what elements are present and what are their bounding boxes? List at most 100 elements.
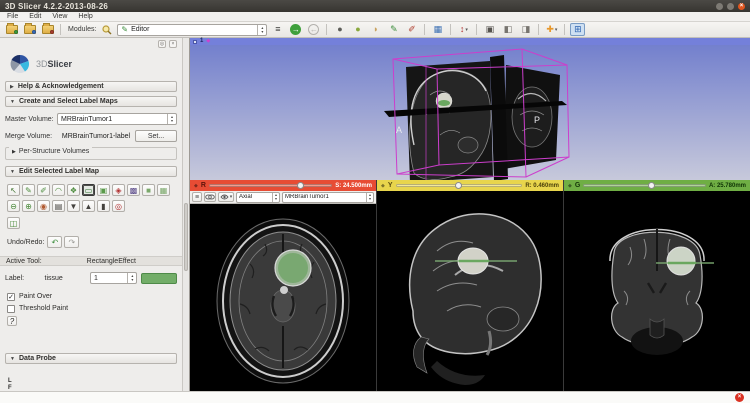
scrollbar-thumb[interactable] (184, 203, 188, 271)
panel-pin-button[interactable]: ◎ (158, 40, 166, 48)
sagittal-slice-viewport[interactable] (377, 191, 563, 391)
edit-selected-labelmap-section[interactable]: ▼ Edit Selected Label Map (5, 166, 177, 177)
eye-icon (220, 194, 229, 200)
save-volume-button[interactable]: ▮ (97, 200, 110, 212)
load-scene-folder-icon[interactable] (4, 23, 19, 36)
slice-menu-button[interactable]: ≡ (192, 192, 202, 202)
pin-icon[interactable]: ◆ (568, 183, 572, 189)
panel-scrollbar[interactable] (182, 38, 189, 391)
erode-label-button[interactable]: ⊖ (7, 200, 20, 212)
coronal-slice-viewport[interactable] (564, 191, 750, 391)
help-acknowledgement-section[interactable]: ▶ Help & Acknowledgement (5, 81, 177, 92)
change-label-up-button[interactable]: ▲ (82, 200, 95, 212)
set-merge-volume-button[interactable]: Set... (135, 130, 177, 142)
module-ruler-button[interactable]: ✐ (404, 23, 419, 36)
pin-icon[interactable]: ◆ (381, 183, 385, 189)
level-tracing-effect-button[interactable]: ◠ (52, 184, 65, 196)
green-slice-bar[interactable]: ◆ G A: 25.780mm (564, 180, 750, 191)
search-icon (102, 25, 112, 35)
scene-view-restore-button[interactable]: ◨ (518, 23, 533, 36)
paint-effect-button[interactable]: ✎ (22, 184, 35, 196)
master-volume-combobox[interactable]: MRBrainTumor1 ▴▾ (57, 113, 177, 125)
make-model-effect-button[interactable]: ◫ (7, 217, 20, 229)
axial-slice-viewport[interactable] (190, 204, 376, 391)
scene-view-capture-button[interactable]: ◧ (500, 23, 515, 36)
module-search-button[interactable] (99, 23, 114, 36)
crosshair-button[interactable]: ✚ ▾ (544, 23, 559, 36)
identify-islands2-button[interactable]: ▤ (52, 200, 65, 212)
title-bar: 3D Slicer 4.2.2-2013-08-26 × (0, 0, 750, 12)
paint-over-checkbox[interactable]: ✓ (7, 293, 15, 301)
menu-item[interactable]: Help (78, 13, 92, 20)
yellow-slice-slider[interactable] (396, 184, 523, 187)
threeD-render-canvas[interactable]: A P (190, 45, 750, 180)
label-color-swatch[interactable] (141, 273, 177, 284)
close-button[interactable]: × (738, 3, 745, 10)
threshold-effect-button[interactable]: ▦ (157, 184, 170, 196)
draw-effect-button[interactable]: ✐ (37, 184, 50, 196)
save-scene-folder-icon[interactable] (40, 23, 55, 36)
slider-handle[interactable] (297, 182, 304, 189)
module-volumes-button[interactable]: ● (332, 23, 347, 36)
grow-cut-effect-button[interactable]: ◉ (37, 200, 50, 212)
redo-button[interactable]: ↷ (64, 236, 79, 248)
watershed-effect-button[interactable]: ◎ (112, 200, 125, 212)
slice-volume-combobox[interactable]: MRBrainTumor1 ▴▾ (282, 192, 374, 203)
slider-handle[interactable] (455, 182, 462, 189)
history-previous-button[interactable]: ← (306, 23, 321, 36)
panel-close-button[interactable]: × (169, 40, 177, 48)
dilate-label-button[interactable]: ⊕ (22, 200, 35, 212)
red-slice-bar[interactable]: ◆ R S: 24.500mm (190, 180, 376, 191)
error-indicator-icon[interactable]: × (735, 393, 744, 402)
per-structure-volumes-header[interactable]: ▶ Per-Structure Volumes (9, 147, 92, 156)
red-slice-slider[interactable] (209, 184, 332, 187)
pin-icon[interactable]: ◆ (194, 183, 198, 189)
spinbox-arrows-icon[interactable]: ▴▾ (127, 273, 136, 283)
mouse-mode-button[interactable]: ↕ ▾ (456, 23, 471, 36)
label-value-spinbox[interactable]: 1 ▴▾ (90, 272, 137, 284)
slider-handle[interactable] (648, 182, 655, 189)
create-select-labelmaps-section[interactable]: ▼ Create and Select Label Maps (5, 96, 177, 107)
wand-effect-button[interactable]: ❖ (67, 184, 80, 196)
orientation-combobox[interactable]: Axial ▴▾ (236, 192, 280, 203)
module-selector-combobox[interactable]: ✎ Editor ▴▾ (117, 24, 267, 36)
threeD-view-controller-bar[interactable]: 1 ◆ (190, 38, 750, 45)
yellow-slice-bar[interactable]: ◆ Y R: 0.460mm (377, 180, 563, 191)
default-tool-button[interactable]: ↖ (7, 184, 20, 196)
layout-selector-button[interactable]: ▦ (430, 23, 445, 36)
threshold-paint-checkbox[interactable] (7, 305, 15, 313)
identify-islands-button[interactable]: ▣ (97, 184, 110, 196)
maximize-button[interactable] (727, 3, 734, 10)
sagittal-brain-image (377, 191, 563, 391)
save-island-button[interactable]: ■ (142, 184, 155, 196)
change-label-down-button[interactable]: ▼ (67, 200, 80, 212)
menu-item[interactable]: File (7, 13, 18, 20)
history-next-button[interactable]: → (288, 23, 303, 36)
modules-menu-button[interactable]: ≡ (270, 23, 285, 36)
slice-link-button[interactable] (204, 192, 216, 202)
module-annotations-button[interactable]: ✎ (386, 23, 401, 36)
module-transforms-button[interactable]: ◗ (368, 23, 383, 36)
combo-arrows-icon[interactable]: ▴▾ (366, 193, 373, 202)
combo-arrows-icon[interactable]: ▴▾ (272, 193, 279, 202)
pin-icon[interactable] (193, 40, 197, 44)
help-question-button[interactable]: ? (7, 316, 17, 326)
menu-item[interactable]: Edit (29, 13, 41, 20)
section-title: Edit Selected Label Map (19, 168, 99, 175)
remove-islands-button[interactable]: ▩ (127, 184, 140, 196)
rectangle-effect-button[interactable]: ▭ (82, 184, 95, 196)
screenshot-button[interactable]: ▣ (482, 23, 497, 36)
module-selector-arrows[interactable]: ▴▾ (257, 25, 266, 35)
slicer-logo: 3DSlicer (9, 51, 177, 77)
menu-item[interactable]: View (52, 13, 67, 20)
data-probe-section[interactable]: ▼ Data Probe (5, 353, 177, 364)
green-slice-slider[interactable] (583, 184, 706, 187)
combo-arrows-icon[interactable]: ▴▾ (167, 114, 176, 124)
module-models-button[interactable]: ● (350, 23, 365, 36)
extensions-manager-button[interactable]: ⊞ (570, 23, 585, 36)
minimize-button[interactable] (716, 3, 723, 10)
load-dicom-folder-icon[interactable] (22, 23, 37, 36)
undo-button[interactable]: ↶ (47, 236, 62, 248)
slice-visibility-button[interactable]: ▾ (218, 192, 234, 202)
change-island-button[interactable]: ◈ (112, 184, 125, 196)
